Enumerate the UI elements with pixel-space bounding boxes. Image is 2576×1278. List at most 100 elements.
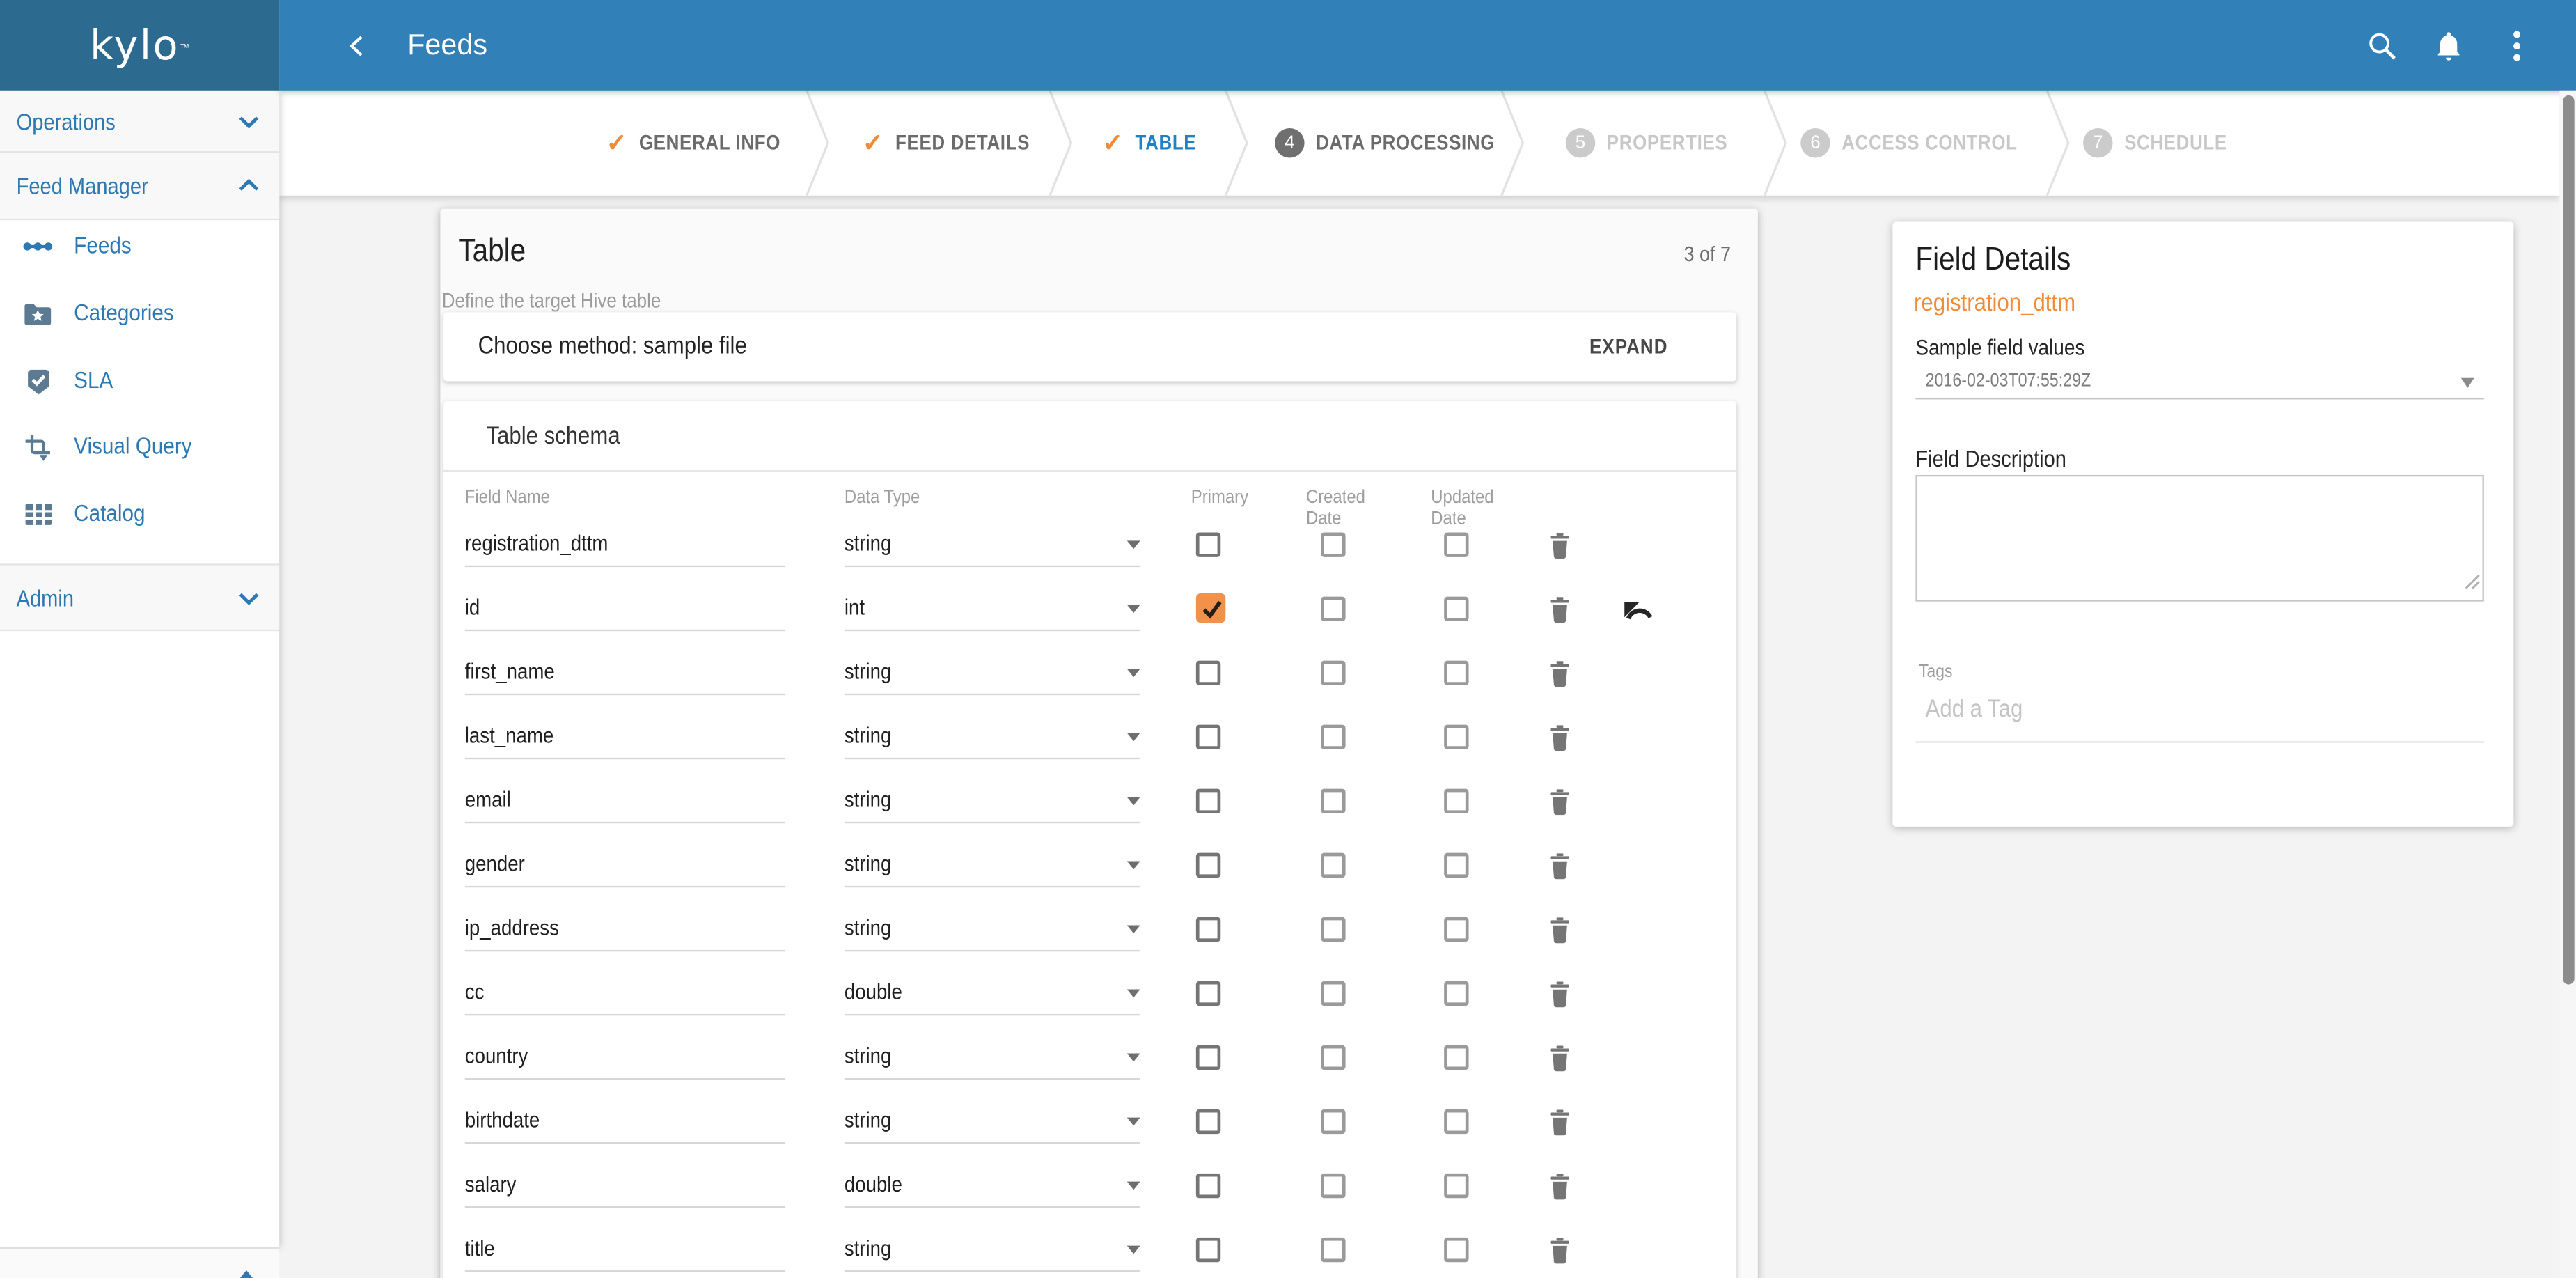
sidebar-item-sla[interactable]: SLA xyxy=(0,353,279,409)
delete-row-icon[interactable] xyxy=(1549,853,1571,888)
dropdown-caret-icon[interactable] xyxy=(1126,1181,1140,1190)
primary-checkbox[interactable] xyxy=(1195,917,1221,942)
delete-row-icon[interactable] xyxy=(1549,1045,1571,1080)
created-date-checkbox[interactable] xyxy=(1321,724,1346,750)
updated-date-checkbox[interactable] xyxy=(1444,660,1469,685)
resize-handle-icon[interactable] xyxy=(2465,568,2481,598)
data-type-select[interactable]: int xyxy=(845,595,865,619)
field-name-input[interactable]: ip_address xyxy=(465,915,559,940)
dropdown-caret-icon[interactable] xyxy=(1126,733,1140,742)
field-name-input[interactable]: gender xyxy=(465,851,525,875)
field-name-input[interactable]: country xyxy=(465,1043,528,1068)
field-name-input[interactable]: first_name xyxy=(465,659,555,683)
delete-row-icon[interactable] xyxy=(1549,661,1571,696)
field-name-input[interactable]: salary xyxy=(465,1171,517,1196)
sidebar-section-feed-manager[interactable]: Feed Manager xyxy=(0,153,280,219)
data-type-select[interactable]: string xyxy=(845,851,892,875)
sidebar-section-admin[interactable]: Admin xyxy=(0,565,280,630)
back-button[interactable] xyxy=(345,32,372,59)
sidebar-item-catalog[interactable]: Catalog xyxy=(0,486,279,542)
primary-checkbox[interactable] xyxy=(1195,981,1221,1006)
field-name-input[interactable]: title xyxy=(465,1236,495,1260)
dropdown-caret-icon[interactable] xyxy=(1126,925,1140,934)
updated-date-checkbox[interactable] xyxy=(1444,1109,1469,1135)
search-icon[interactable] xyxy=(2364,28,2399,63)
updated-date-checkbox[interactable] xyxy=(1444,852,1469,878)
dropdown-caret-icon[interactable] xyxy=(1126,669,1140,678)
sidebar-item-visual-query[interactable]: Visual Query xyxy=(0,419,279,475)
field-description-textarea[interactable] xyxy=(1915,474,2484,602)
undo-icon[interactable] xyxy=(1623,598,1654,631)
data-type-select[interactable]: double xyxy=(845,979,902,1004)
sample-values-select[interactable]: 2016-02-03T07:55:29Z xyxy=(1926,371,2091,391)
delete-row-icon[interactable] xyxy=(1549,725,1571,760)
created-date-checkbox[interactable] xyxy=(1321,852,1346,878)
created-date-checkbox[interactable] xyxy=(1321,1237,1346,1263)
updated-date-checkbox[interactable] xyxy=(1444,1045,1469,1070)
step-general-info[interactable]: ✓ GENERAL INFO xyxy=(606,91,799,196)
delete-row-icon[interactable] xyxy=(1549,1109,1571,1144)
field-name-input[interactable]: last_name xyxy=(465,723,553,747)
dropdown-caret-icon[interactable] xyxy=(1126,1245,1140,1254)
step-feed-details[interactable]: ✓ FEED DETAILS xyxy=(863,91,1048,196)
delete-row-icon[interactable] xyxy=(1549,981,1571,1016)
more-vert-icon[interactable] xyxy=(2499,28,2534,63)
sidebar-item-feeds[interactable]: Feeds xyxy=(0,219,279,274)
created-date-checkbox[interactable] xyxy=(1321,1109,1346,1135)
expand-button[interactable]: EXPAND xyxy=(1589,335,1667,358)
dropdown-caret-icon[interactable] xyxy=(1126,540,1140,550)
data-type-select[interactable]: string xyxy=(845,1043,892,1068)
primary-checkbox[interactable] xyxy=(1195,660,1221,685)
delete-row-icon[interactable] xyxy=(1549,597,1571,632)
primary-checkbox[interactable] xyxy=(1195,532,1221,557)
updated-date-checkbox[interactable] xyxy=(1444,788,1469,814)
updated-date-checkbox[interactable] xyxy=(1444,596,1469,621)
data-type-select[interactable]: string xyxy=(845,659,892,683)
delete-row-icon[interactable] xyxy=(1549,1174,1571,1208)
dropdown-caret-icon[interactable] xyxy=(1126,989,1140,998)
delete-row-icon[interactable] xyxy=(1549,533,1571,568)
primary-checkbox[interactable] xyxy=(1195,1237,1221,1263)
dropdown-caret-icon[interactable] xyxy=(1126,797,1140,806)
data-type-select[interactable]: string xyxy=(845,915,892,940)
collapse-sidebar-icon[interactable] xyxy=(238,1270,255,1278)
primary-checkbox[interactable] xyxy=(1195,724,1221,750)
created-date-checkbox[interactable] xyxy=(1321,660,1346,685)
primary-checkbox[interactable] xyxy=(1195,852,1221,878)
sidebar-item-categories[interactable]: Categories xyxy=(0,286,279,342)
updated-date-checkbox[interactable] xyxy=(1444,917,1469,942)
dropdown-caret-icon[interactable] xyxy=(1126,861,1140,870)
primary-checkbox-checked[interactable] xyxy=(1195,593,1226,623)
step-data-processing[interactable]: 4 DATA PROCESSING xyxy=(1275,91,1519,196)
data-type-select[interactable]: string xyxy=(845,1236,892,1260)
notifications-icon[interactable] xyxy=(2431,28,2466,63)
updated-date-checkbox[interactable] xyxy=(1444,981,1469,1006)
delete-row-icon[interactable] xyxy=(1549,917,1571,952)
updated-date-checkbox[interactable] xyxy=(1444,724,1469,750)
data-type-select[interactable]: string xyxy=(845,723,892,747)
updated-date-checkbox[interactable] xyxy=(1444,1237,1469,1263)
field-name-input[interactable]: registration_dttm xyxy=(465,531,608,555)
created-date-checkbox[interactable] xyxy=(1321,596,1346,621)
created-date-checkbox[interactable] xyxy=(1321,917,1346,942)
primary-checkbox[interactable] xyxy=(1195,1173,1221,1199)
primary-checkbox[interactable] xyxy=(1195,1109,1221,1135)
updated-date-checkbox[interactable] xyxy=(1444,1173,1469,1199)
step-table[interactable]: ✓ TABLE xyxy=(1102,91,1204,196)
field-name-input[interactable]: birthdate xyxy=(465,1107,540,1132)
dropdown-caret-icon[interactable] xyxy=(1126,1117,1140,1126)
field-name-input[interactable]: email xyxy=(465,787,511,811)
created-date-checkbox[interactable] xyxy=(1321,788,1346,814)
primary-checkbox[interactable] xyxy=(1195,1045,1221,1070)
data-type-select[interactable]: string xyxy=(845,1107,892,1132)
delete-row-icon[interactable] xyxy=(1549,789,1571,824)
created-date-checkbox[interactable] xyxy=(1321,532,1346,557)
created-date-checkbox[interactable] xyxy=(1321,1173,1346,1199)
dropdown-caret-icon[interactable] xyxy=(2460,377,2474,388)
data-type-select[interactable]: string xyxy=(845,531,892,555)
created-date-checkbox[interactable] xyxy=(1321,981,1346,1006)
dropdown-caret-icon[interactable] xyxy=(1126,1053,1140,1062)
scrollbar-thumb[interactable] xyxy=(2563,95,2575,985)
field-name-input[interactable]: cc xyxy=(465,979,485,1004)
primary-checkbox[interactable] xyxy=(1195,788,1221,814)
